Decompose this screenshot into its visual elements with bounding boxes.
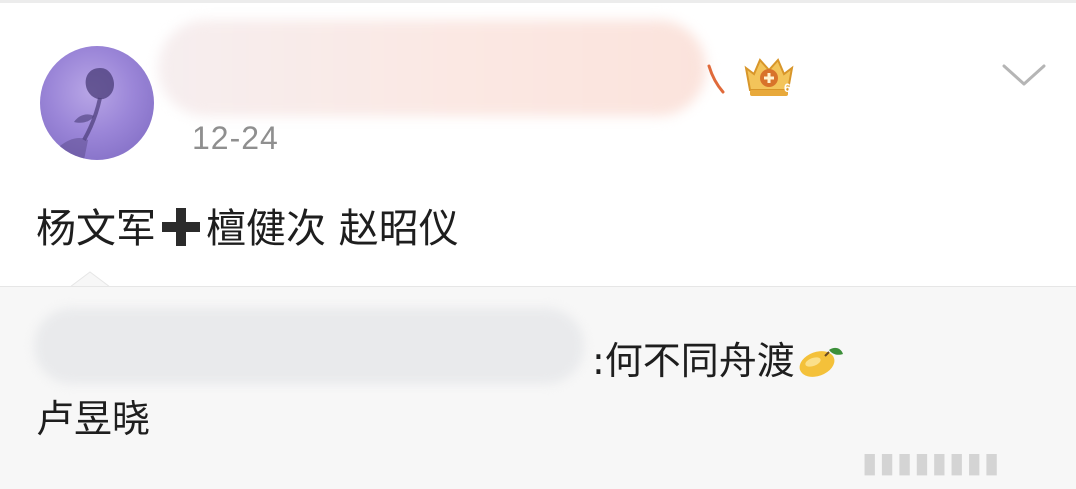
post-text: 杨文军 檀健次 赵昭仪 bbox=[36, 196, 459, 254]
avatar[interactable] bbox=[40, 46, 154, 160]
comment-text-line1: :何不同舟渡 bbox=[592, 339, 795, 383]
comment-text: :何不同舟渡 bbox=[592, 330, 845, 385]
comment-pointer bbox=[70, 271, 110, 287]
username-tail-mark bbox=[707, 64, 725, 94]
comment-text-line2: 卢昱晓 bbox=[36, 397, 151, 441]
heavy-plus-icon bbox=[162, 208, 200, 246]
post-date: 12-24 bbox=[192, 120, 279, 156]
watermark-blurred: ▮▮▮▮▮▮▮▮ bbox=[862, 446, 1002, 479]
mango-emoji-icon bbox=[799, 347, 843, 377]
post-text-part2: 檀健次 赵昭仪 bbox=[206, 206, 459, 252]
crown-badge-icon[interactable]: 6 bbox=[740, 54, 798, 98]
chevron-down-icon[interactable] bbox=[1000, 60, 1048, 90]
username-blurred[interactable] bbox=[158, 20, 706, 116]
commenter-name-blurred[interactable] bbox=[34, 308, 584, 384]
svg-text:6: 6 bbox=[784, 81, 791, 95]
rose-silhouette-icon bbox=[54, 68, 114, 160]
post-text-part1: 杨文军 bbox=[36, 206, 156, 252]
